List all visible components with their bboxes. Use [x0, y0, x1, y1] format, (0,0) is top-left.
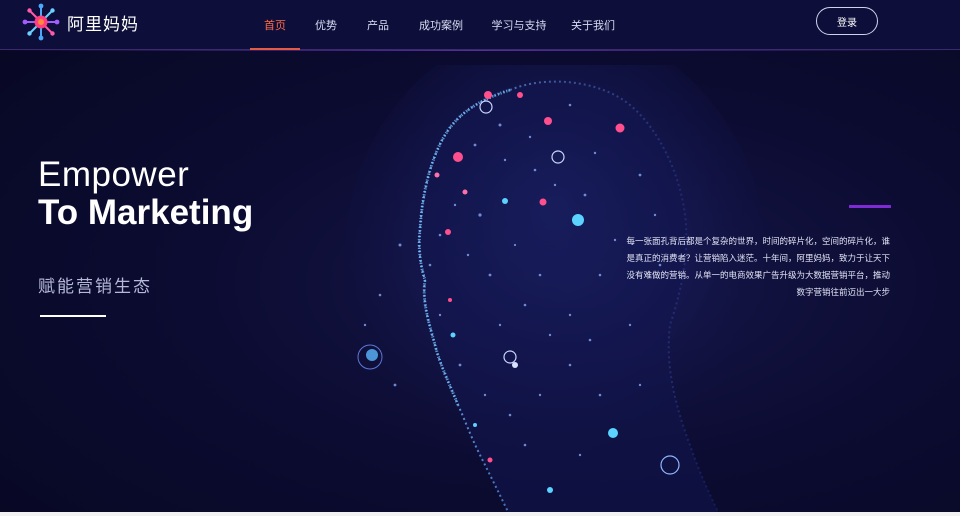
nav-item-learning-support[interactable]: 学习与支持: [476, 0, 562, 50]
nav-item-cases[interactable]: 成功案例: [406, 0, 476, 50]
nav-item-products[interactable]: 产品: [350, 0, 406, 50]
brand-logo[interactable]: 阿里妈妈: [22, 3, 139, 41]
nav-item-home[interactable]: 首页: [250, 0, 300, 50]
nav-item-about[interactable]: 关于我们: [562, 0, 624, 50]
description-line: 是真正的消费者？让营销陷入迷茫。十年间，阿里妈妈，致力于让天下: [626, 254, 890, 264]
top-navbar: 阿里妈妈 首页 优势 产品 成功案例 学习与支持 关于我们 登录: [0, 0, 960, 51]
description-line: 没有难做的营销。从单一的电商效果广告升级为大数据营销平台，推动: [626, 271, 890, 281]
brand-name: 阿里妈妈: [67, 14, 139, 35]
page: 阿里妈妈 首页 优势 产品 成功案例 学习与支持 关于我们 登录 Empower…: [0, 0, 960, 516]
hero-underline-divider: [40, 315, 106, 317]
hero-title-line-2: To Marketing: [38, 193, 254, 232]
hero-subtitle: 赋能营销生态: [38, 277, 152, 297]
hero-title-line-1: Empower: [38, 155, 190, 194]
accent-divider: [849, 205, 891, 208]
hero-description: 每一张面孔背后都是个复杂的世界，时间的碎片化，空间的碎片化，谁 是真正的消费者？…: [590, 234, 890, 302]
description-line: 每一张面孔背后都是个复杂的世界，时间的碎片化，空间的碎片化，谁: [626, 237, 890, 247]
nav-item-advantages[interactable]: 优势: [302, 0, 350, 50]
bottom-edge: [0, 512, 960, 516]
burst-flower-icon: [22, 3, 60, 41]
description-line: 数字营销往前迈出一大步: [796, 288, 890, 298]
main-nav: 首页 优势 产品 成功案例 学习与支持 关于我们: [250, 0, 624, 50]
login-button[interactable]: 登录: [816, 7, 878, 35]
